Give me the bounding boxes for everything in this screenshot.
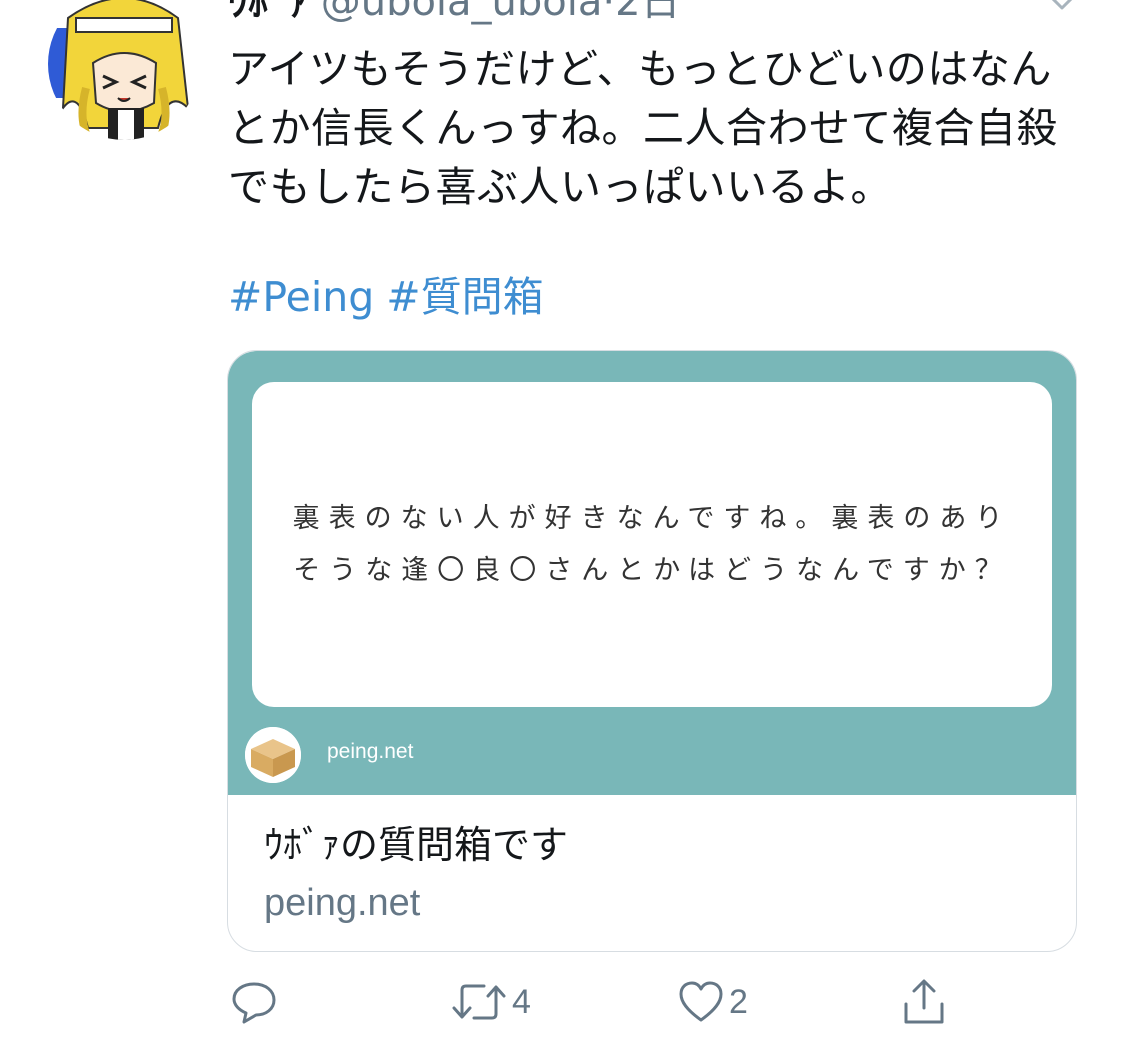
retweet-button[interactable]: 4 bbox=[450, 976, 531, 1028]
box-logo-icon bbox=[245, 727, 301, 783]
share-button[interactable] bbox=[900, 976, 948, 1028]
like-button[interactable]: 2 bbox=[677, 976, 748, 1028]
author-avatar[interactable] bbox=[48, 0, 200, 140]
hashtag-question-box[interactable]: #質問箱 bbox=[386, 273, 543, 321]
question-text: 裏表のない人が好きなんですね。裏表のありそうな逢〇良〇さんとかはどうなんですか？ bbox=[292, 502, 1012, 586]
link-card[interactable]: 裏表のない人が好きなんですね。裏表のありそうな逢〇良〇さんとかはどうなんですか？… bbox=[227, 350, 1077, 952]
hashtag-list: #Peing #質問箱 bbox=[228, 272, 556, 322]
timestamp[interactable]: 2日 bbox=[615, 0, 680, 25]
author-name[interactable]: ｳﾎﾞｧ bbox=[228, 0, 308, 25]
hashtag-peing[interactable]: #Peing bbox=[228, 273, 374, 321]
avatar-illustration bbox=[48, 0, 200, 140]
author-handle[interactable]: @ubola_ubola bbox=[321, 0, 603, 25]
retweet-icon bbox=[450, 978, 508, 1026]
reply-button[interactable] bbox=[230, 976, 278, 1028]
card-title: ｳﾎﾞｧの質問箱です bbox=[264, 823, 569, 867]
card-image[interactable]: 裏表のない人が好きなんですね。裏表のありそうな逢〇良〇さんとかはどうなんですか？… bbox=[228, 351, 1076, 795]
tweet-actions: 4 2 bbox=[0, 976, 1125, 1028]
retweet-count: 4 bbox=[512, 982, 531, 1021]
card-domain: peing.net bbox=[264, 882, 421, 924]
card-site-label: peing.net bbox=[327, 740, 414, 763]
tweet-header: ｳﾎﾞｧ @ubola_ubola·2日 bbox=[228, 0, 681, 26]
heart-icon bbox=[677, 978, 725, 1026]
reply-icon bbox=[230, 978, 278, 1026]
chevron-down-icon[interactable] bbox=[1040, 0, 1084, 18]
question-box: 裏表のない人が好きなんですね。裏表のありそうな逢〇良〇さんとかはどうなんですか？ bbox=[252, 382, 1052, 707]
like-count: 2 bbox=[729, 982, 748, 1021]
share-icon bbox=[900, 978, 948, 1026]
tweet-text: アイツもそうだけど、もっとひどいのはなんとか信長くんっすね。二人合わせて複合自殺… bbox=[228, 45, 1058, 211]
timestamp-separator: · bbox=[602, 0, 616, 25]
